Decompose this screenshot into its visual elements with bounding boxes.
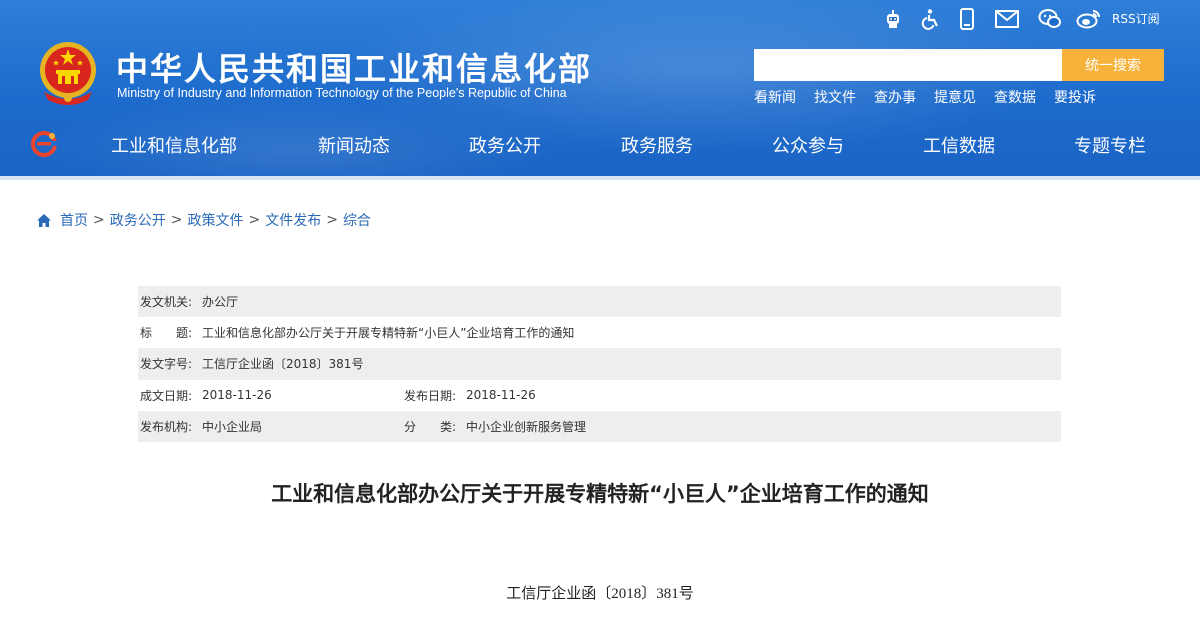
- nav-services[interactable]: 政务服务: [621, 132, 693, 158]
- quick-links: 看新闻 找文件 查办事 提意见 查数据 要投诉: [754, 87, 1114, 107]
- nav-participation[interactable]: 公众参与: [772, 132, 844, 158]
- breadcrumb-disclosure[interactable]: 政务公开: [110, 210, 166, 230]
- document-meta-table: 发文机关: 办公厅 标 题: 工业和信息化部办公厅关于开展专精特新“小巨人”企业…: [138, 286, 1061, 442]
- quick-link-files[interactable]: 找文件: [814, 87, 856, 107]
- nav-topics[interactable]: 专题专栏: [1074, 132, 1146, 158]
- meta-label: 发文机关:: [140, 295, 193, 310]
- meta-label: 发布机构:: [140, 419, 193, 434]
- quick-link-services[interactable]: 查办事: [874, 87, 916, 107]
- meta-doc-no: 工信厅企业函〔2018〕381号: [202, 357, 364, 372]
- meta-created-cell: 成文日期: 2018-11-26: [138, 387, 402, 404]
- breadcrumb: 首页 > 政务公开 > 政策文件 > 文件发布 > 综合: [36, 210, 371, 230]
- meta-row-issuer: 发文机关: 办公厅: [138, 286, 1061, 318]
- meta-label: 发布日期:: [404, 388, 457, 403]
- robot-icon[interactable]: [882, 8, 904, 30]
- home-icon[interactable]: [36, 213, 52, 228]
- meta-row-title: 标 题: 工业和信息化部办公厅关于开展专精特新“小巨人”企业培育工作的通知: [138, 317, 1061, 348]
- header-divider: [0, 176, 1200, 180]
- meta-label: 分 类:: [404, 419, 457, 434]
- meta-label: 发文字号:: [140, 357, 193, 372]
- search-input[interactable]: [754, 49, 1062, 81]
- meta-title: 工业和信息化部办公厅关于开展专精特新“小巨人”企业培育工作的通知: [202, 326, 575, 341]
- search-button[interactable]: 统一搜索: [1062, 49, 1164, 81]
- breadcrumb-separator: >: [326, 212, 338, 228]
- meta-published: 2018-11-26: [466, 388, 536, 403]
- quick-link-feedback[interactable]: 提意见: [934, 87, 976, 107]
- document-title: 工业和信息化部办公厅关于开展专精特新“小巨人”企业培育工作的通知: [271, 482, 929, 506]
- meta-category-cell: 分 类: 中小企业创新服务管理: [402, 418, 586, 435]
- nav-news[interactable]: 新闻动态: [318, 132, 390, 158]
- meta-org-cell: 发布机构: 中小企业局: [138, 418, 402, 435]
- meta-issuer: 办公厅: [202, 295, 239, 310]
- meta-created: 2018-11-26: [202, 388, 272, 403]
- breadcrumb-separator: >: [248, 212, 261, 228]
- quick-link-news[interactable]: 看新闻: [754, 87, 796, 107]
- site-title: 中华人民共和国工业和信息化部: [116, 50, 593, 88]
- breadcrumb-release[interactable]: 文件发布: [265, 210, 321, 230]
- national-emblem-icon[interactable]: [36, 40, 100, 106]
- breadcrumb-separator: >: [93, 212, 105, 228]
- document-number: 工信厅企业函〔2018〕381号: [506, 586, 694, 602]
- meta-row-dates: 成文日期: 2018-11-26 发布日期: 2018-11-26: [138, 380, 1061, 411]
- breadcrumb-policy[interactable]: 政策文件: [187, 210, 243, 230]
- mail-icon[interactable]: [994, 8, 1020, 30]
- meta-org: 中小企业局: [202, 419, 263, 434]
- meta-row-org: 发布机构: 中小企业局 分 类: 中小企业创新服务管理: [138, 410, 1061, 442]
- e-logo-icon[interactable]: [30, 130, 58, 158]
- meta-category: 中小企业创新服务管理: [466, 419, 587, 434]
- site-header: 中华人民共和国工业和信息化部 Ministry of Industry and …: [0, 0, 1200, 180]
- breadcrumb-general[interactable]: 综合: [343, 210, 371, 230]
- nav-disclosure[interactable]: 政务公开: [469, 132, 541, 158]
- nav-miit[interactable]: 工业和信息化部: [111, 132, 237, 158]
- nav-data[interactable]: 工信数据: [923, 132, 995, 158]
- quick-link-complaint[interactable]: 要投诉: [1054, 87, 1096, 107]
- meta-label: 成文日期:: [140, 388, 193, 403]
- site-subtitle: Ministry of Industry and Information Tec…: [117, 86, 567, 100]
- wechat-icon[interactable]: [1038, 8, 1062, 30]
- meta-row-doc-no: 发文字号: 工信厅企业函〔2018〕381号: [138, 348, 1061, 380]
- meta-published-cell: 发布日期: 2018-11-26: [402, 387, 536, 404]
- breadcrumb-separator: >: [170, 212, 183, 228]
- weibo-icon[interactable]: [1076, 8, 1102, 30]
- quick-link-data[interactable]: 查数据: [994, 87, 1036, 107]
- rss-link[interactable]: RSS订阅: [1112, 10, 1160, 27]
- accessibility-icon[interactable]: [920, 8, 942, 30]
- meta-label: 标 题:: [140, 326, 193, 341]
- mobile-icon[interactable]: [958, 8, 976, 30]
- breadcrumb-home[interactable]: 首页: [60, 210, 88, 230]
